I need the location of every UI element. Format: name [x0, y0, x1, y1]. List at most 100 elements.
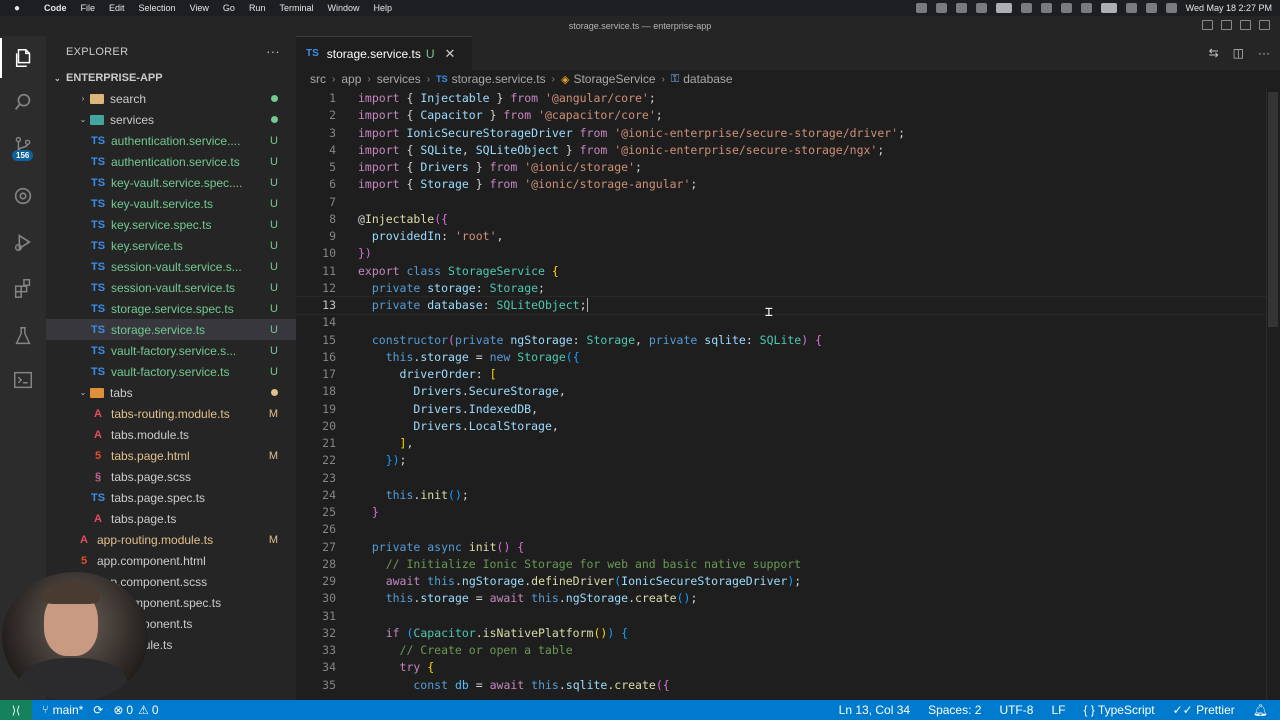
toggle-sidebar-icon[interactable]	[1202, 20, 1213, 30]
encoding[interactable]: UTF-8	[999, 703, 1033, 717]
file-item[interactable]: TS key-vault.service.ts U	[46, 193, 296, 214]
git-branch[interactable]: ⑂ main*	[42, 703, 83, 717]
file-item[interactable]: TS session-vault.service.s... U	[46, 256, 296, 277]
code-token: import	[358, 142, 400, 157]
menu-view[interactable]: View	[190, 3, 209, 13]
editor-scrollbar[interactable]	[1266, 88, 1280, 700]
file-item[interactable]: TS authentication.service.... U	[46, 130, 296, 151]
menu-selection[interactable]: Selection	[139, 3, 176, 13]
customize-layout-icon[interactable]	[1259, 20, 1270, 30]
battery-icon[interactable]	[1100, 3, 1117, 13]
tray-icon[interactable]	[1040, 3, 1052, 13]
menu-terminal[interactable]: Terminal	[279, 3, 313, 13]
notifications-icon[interactable]: 🔔︎	[1253, 703, 1268, 717]
control-center-icon[interactable]	[1165, 3, 1177, 13]
folder-tabs[interactable]: ⌄ tabs	[46, 382, 296, 403]
tray-icon[interactable]	[935, 3, 947, 13]
code-token: Capacitor	[420, 108, 483, 123]
menu-help[interactable]: Help	[373, 3, 392, 13]
search-icon[interactable]	[0, 82, 46, 122]
prettier-status[interactable]: ✓✓ Prettier	[1173, 703, 1235, 717]
testing-icon[interactable]	[0, 316, 46, 356]
file-item[interactable]: TS key.service.spec.ts U	[46, 214, 296, 235]
folder-search[interactable]: › search	[46, 88, 296, 109]
file-item[interactable]: TS authentication.service.ts U	[46, 151, 296, 172]
file-item[interactable]: § tabs.page.scss	[46, 466, 296, 487]
extensions-icon[interactable]	[0, 268, 46, 308]
terminal-panel-icon[interactable]	[0, 360, 46, 400]
chevron-right-icon: ›	[551, 73, 555, 85]
ts-file-icon: TS	[90, 239, 106, 252]
file-item[interactable]: Aapp-routing.module.ts M	[46, 529, 296, 550]
tree-item-label: search	[110, 91, 147, 106]
code-token: private	[358, 298, 421, 312]
code-token: init	[468, 539, 497, 554]
file-item[interactable]: TS vault-factory.service.s... U	[46, 340, 296, 361]
explorer-icon[interactable]	[0, 38, 46, 78]
toggle-secondary-sidebar-icon[interactable]	[1240, 20, 1251, 30]
tray-icon[interactable]	[1080, 3, 1092, 13]
file-item[interactable]: TS storage.service.spec.ts U	[46, 298, 296, 319]
code-editor[interactable]: 1 import { Injectable } from '@angular/co…	[296, 88, 1280, 700]
code-token: '@capacitor/core'	[538, 108, 656, 123]
file-item[interactable]: Atabs.page.ts	[46, 508, 296, 529]
file-item[interactable]: TS storage.service.ts U	[46, 319, 296, 340]
line-endings[interactable]: LF	[1051, 703, 1065, 717]
tray-icon[interactable]	[915, 3, 927, 13]
indentation[interactable]: Spaces: 2	[928, 703, 981, 717]
source-control-icon[interactable]: 156	[0, 126, 46, 166]
menu-file[interactable]: File	[81, 3, 96, 13]
file-item[interactable]: 5 app.component.html	[46, 550, 296, 571]
compare-changes-icon[interactable]: ⇆	[1209, 46, 1219, 60]
breadcrumb-file[interactable]: storage.service.ts	[452, 72, 546, 86]
file-item[interactable]: TS tabs.page.spec.ts	[46, 487, 296, 508]
cursor-position[interactable]: Ln 13, Col 34	[839, 703, 910, 717]
tab-storage-service[interactable]: TS storage.service.ts U ✕	[296, 36, 472, 70]
file-item[interactable]: 5 tabs.page.html M	[46, 445, 296, 466]
run-debug-icon[interactable]	[0, 222, 46, 262]
sync-icon[interactable]: ⟳	[93, 703, 103, 717]
problems-indicator[interactable]: ⊗ 0 ⚠ 0	[113, 703, 158, 717]
apple-menu-icon[interactable]: ●	[10, 3, 24, 14]
presenter-webcam	[2, 572, 148, 702]
file-item[interactable]: Atabs.module.ts	[46, 424, 296, 445]
tray-icon[interactable]	[995, 3, 1012, 13]
tray-icon[interactable]	[1020, 3, 1032, 13]
breadcrumb-class[interactable]: StorageService	[573, 72, 655, 86]
menu-bar-clock[interactable]: Wed May 18 2:27 PM	[1186, 3, 1272, 13]
file-item[interactable]: TS vault-factory.service.ts U	[46, 361, 296, 382]
close-icon[interactable]: ✕	[445, 46, 456, 62]
breadcrumb-services[interactable]: services	[377, 72, 421, 86]
toggle-panel-icon[interactable]	[1221, 20, 1232, 30]
remote-explorer-icon[interactable]	[0, 176, 46, 216]
tray-icon[interactable]	[1060, 3, 1072, 13]
folder-services[interactable]: ⌄ services	[46, 109, 296, 130]
menu-run[interactable]: Run	[249, 3, 266, 13]
file-item[interactable]: TS key.service.ts U	[46, 235, 296, 256]
code-line: 4 import { SQLite, SQLiteObject } from '@…	[296, 142, 1280, 159]
more-actions-icon[interactable]: ···	[1258, 46, 1270, 60]
language-mode[interactable]: { } TypeScript	[1083, 703, 1154, 717]
file-item[interactable]: TS session-vault.service.ts U	[46, 277, 296, 298]
tray-icon[interactable]	[975, 3, 987, 13]
wifi-icon[interactable]	[1125, 3, 1137, 13]
breadcrumb-src[interactable]: src	[310, 72, 326, 86]
menu-edit[interactable]: Edit	[109, 3, 125, 13]
file-item[interactable]: Atabs-routing.module.ts M	[46, 403, 296, 424]
more-actions-icon[interactable]: ···	[266, 44, 280, 59]
remote-indicator-icon[interactable]: ⟩⟨	[0, 700, 32, 720]
file-item[interactable]: TS key-vault.service.spec.... U	[46, 172, 296, 193]
workspace-root[interactable]: ⌄ ENTERPRISE-APP	[46, 68, 296, 88]
tray-icon[interactable]	[955, 3, 967, 13]
search-icon[interactable]	[1145, 3, 1157, 13]
code-text: // Create or open a table	[358, 642, 573, 659]
breadcrumb-app[interactable]: app	[341, 72, 361, 86]
breadcrumb-symbol[interactable]: database	[683, 72, 732, 86]
menu-go[interactable]: Go	[223, 3, 235, 13]
split-editor-icon[interactable]: ◫	[1233, 46, 1244, 60]
menu-app[interactable]: Code	[44, 3, 67, 13]
code-token: database	[427, 298, 483, 312]
menu-window[interactable]: Window	[327, 3, 359, 13]
code-token: LocalStorage	[468, 418, 552, 433]
scrollbar-thumb[interactable]	[1268, 92, 1278, 327]
